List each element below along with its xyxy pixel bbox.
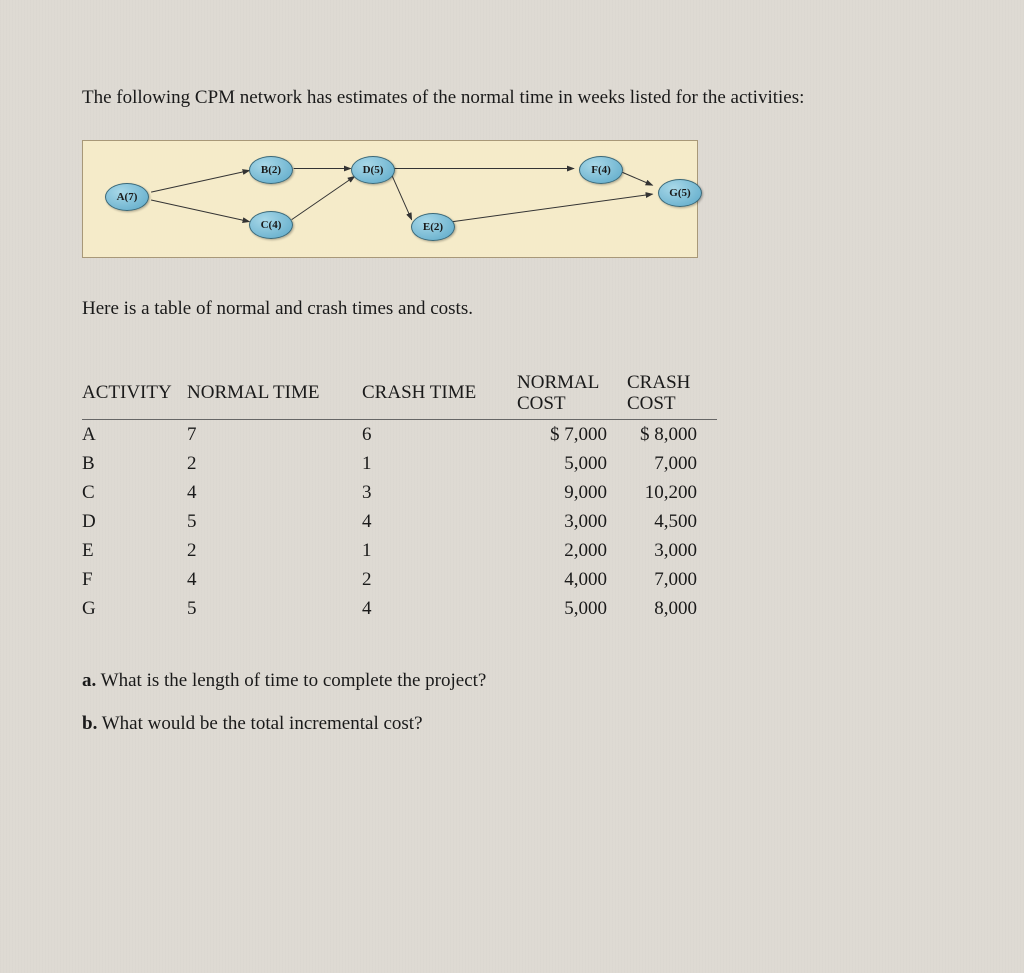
cell-normal-time: 4 — [187, 565, 362, 594]
table-row: G545,0008,000 — [82, 594, 717, 623]
question-b: b. What would be the total incremental c… — [82, 710, 942, 739]
cell-crash-cost: 7,000 — [627, 449, 717, 478]
cell-activity: B — [82, 449, 187, 478]
table-row: C439,00010,200 — [82, 478, 717, 507]
node-c: C(4) — [249, 211, 293, 239]
cell-crash-cost: $ 8,000 — [627, 420, 717, 450]
cell-normal-cost: 9,000 — [517, 478, 627, 507]
cell-crash-cost: 10,200 — [627, 478, 717, 507]
cell-activity: A — [82, 420, 187, 450]
cell-normal-time: 5 — [187, 507, 362, 536]
table-row: D543,0004,500 — [82, 507, 717, 536]
cell-crash-cost: 8,000 — [627, 594, 717, 623]
cell-crash-time: 2 — [362, 565, 517, 594]
cell-normal-cost: 5,000 — [517, 449, 627, 478]
question-a-label: a. — [82, 670, 96, 691]
cell-normal-cost: 4,000 — [517, 565, 627, 594]
header-crash-cost: CRASH COST — [627, 368, 717, 420]
header-crash-time: CRASH TIME — [362, 368, 517, 420]
cell-normal-time: 7 — [187, 420, 362, 450]
table-row: B215,0007,000 — [82, 449, 717, 478]
header-normal-time: NORMAL TIME — [187, 368, 362, 420]
table-row: F424,0007,000 — [82, 565, 717, 594]
cell-normal-time: 5 — [187, 594, 362, 623]
question-b-label: b. — [82, 713, 97, 734]
cell-crash-cost: 4,500 — [627, 507, 717, 536]
cell-activity: E — [82, 536, 187, 565]
question-a-text: What is the length of time to complete t… — [101, 670, 487, 691]
cell-activity: F — [82, 565, 187, 594]
node-g: G(5) — [658, 179, 702, 207]
cost-table: ACTIVITY NORMAL TIME CRASH TIME NORMAL C… — [82, 368, 717, 624]
cell-crash-cost: 7,000 — [627, 565, 717, 594]
questions-section: a. What is the length of time to complet… — [82, 667, 942, 738]
node-d: D(5) — [351, 156, 395, 184]
cell-normal-cost: 2,000 — [517, 536, 627, 565]
table-row: A76$ 7,000$ 8,000 — [82, 420, 717, 450]
node-a: A(7) — [105, 183, 149, 211]
cell-activity: G — [82, 594, 187, 623]
cell-crash-time: 3 — [362, 478, 517, 507]
cell-normal-cost: 5,000 — [517, 594, 627, 623]
node-e: E(2) — [411, 213, 455, 241]
cell-activity: C — [82, 478, 187, 507]
cpm-network-diagram: A(7) B(2) C(4) D(5) E(2) F(4) G(5) — [82, 140, 698, 258]
node-f: F(4) — [579, 156, 623, 184]
table-row: E212,0003,000 — [82, 536, 717, 565]
cell-normal-cost: $ 7,000 — [517, 420, 627, 450]
cell-crash-time: 1 — [362, 449, 517, 478]
cell-crash-time: 1 — [362, 536, 517, 565]
cell-crash-time: 4 — [362, 594, 517, 623]
intro-text: The following CPM network has estimates … — [82, 85, 942, 112]
question-b-text: What would be the total incremental cost… — [102, 713, 423, 734]
cell-crash-time: 6 — [362, 420, 517, 450]
cell-normal-time: 2 — [187, 536, 362, 565]
question-a: a. What is the length of time to complet… — [82, 667, 942, 696]
header-activity: ACTIVITY — [82, 368, 187, 420]
header-normal-cost: NORMAL COST — [517, 368, 627, 420]
cell-activity: D — [82, 507, 187, 536]
table-header-row: ACTIVITY NORMAL TIME CRASH TIME NORMAL C… — [82, 368, 717, 420]
cell-normal-cost: 3,000 — [517, 507, 627, 536]
cell-crash-cost: 3,000 — [627, 536, 717, 565]
cell-crash-time: 4 — [362, 507, 517, 536]
node-b: B(2) — [249, 156, 293, 184]
table-subtitle: Here is a table of normal and crash time… — [82, 298, 942, 320]
cell-normal-time: 4 — [187, 478, 362, 507]
cell-normal-time: 2 — [187, 449, 362, 478]
